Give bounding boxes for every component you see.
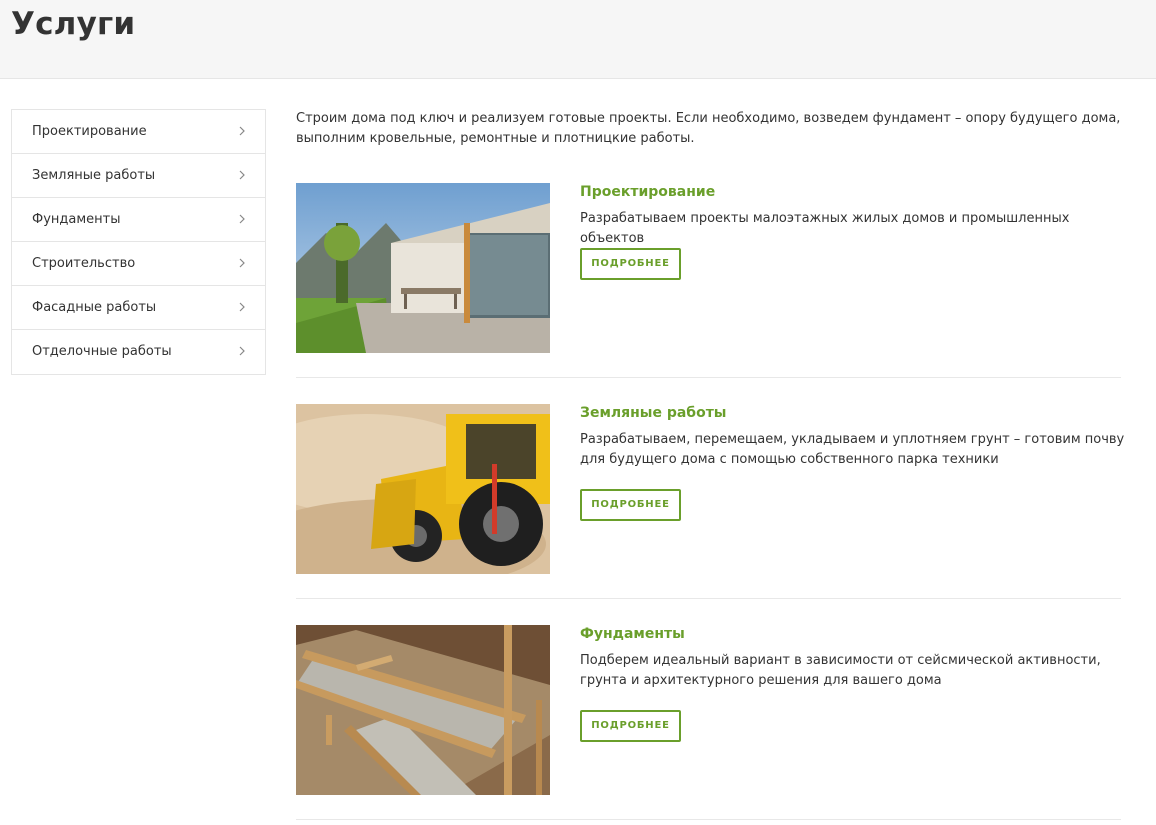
chevron-right-icon <box>239 214 245 224</box>
excavator-photo[interactable] <box>296 404 550 574</box>
intro-text: Строим дома под ключ и реализуем готовые… <box>296 111 1121 146</box>
more-button[interactable]: ПОДРОБНЕЕ <box>580 489 681 521</box>
sidebar-item-label: Фасадные работы <box>32 300 157 315</box>
service-card-foundations: Фундаменты Подберем идеальный вариант в … <box>296 625 1121 820</box>
sidebar-item-label: Строительство <box>32 256 136 271</box>
service-title[interactable]: Проектирование <box>580 184 715 200</box>
sidebar-item-foundations[interactable]: Фундаменты <box>12 198 265 242</box>
chevron-right-icon <box>239 346 245 356</box>
service-card-design: Проектирование Разрабатываем проекты мал… <box>296 183 1121 378</box>
sidebar-item-label: Земляные работы <box>32 168 156 183</box>
sidebar-item-label: Проектирование <box>32 124 147 139</box>
service-card-earthworks: Земляные работы Разрабатываем, перемещае… <box>296 404 1124 599</box>
more-button[interactable]: ПОДРОБНЕЕ <box>580 710 681 742</box>
sidebar-item-finishing[interactable]: Отделочные работы <box>12 330 265 374</box>
chevron-right-icon <box>239 258 245 268</box>
sidebar-item-label: Отделочные работы <box>32 344 172 359</box>
sidebar-item-design[interactable]: Проектирование <box>12 110 265 154</box>
service-title[interactable]: Фундаменты <box>580 626 685 642</box>
modern-house-photo[interactable] <box>296 183 550 353</box>
page-header: Услуги <box>0 0 1156 79</box>
service-description: Разрабатываем, перемещаем, укладываем и … <box>580 432 1125 467</box>
sidebar-item-label: Фундаменты <box>32 212 121 227</box>
sidebar-item-facade[interactable]: Фасадные работы <box>12 286 265 330</box>
chevron-right-icon <box>239 302 245 312</box>
sidebar-item-earthworks[interactable]: Земляные работы <box>12 154 265 198</box>
chevron-right-icon <box>239 170 245 180</box>
chevron-right-icon <box>239 126 245 136</box>
sidebar-menu: Проектирование Земляные работы Фундамент… <box>11 109 266 375</box>
service-description: Подберем идеальный вариант в зависимости… <box>580 653 1101 688</box>
service-description: Разрабатываем проекты малоэтажных жилых … <box>580 211 1070 246</box>
sidebar-item-construction[interactable]: Строительство <box>12 242 265 286</box>
service-title[interactable]: Земляные работы <box>580 405 726 421</box>
more-button[interactable]: ПОДРОБНЕЕ <box>580 248 681 280</box>
page-title: Услуги <box>11 6 136 42</box>
foundation-formwork-photo[interactable] <box>296 625 550 795</box>
